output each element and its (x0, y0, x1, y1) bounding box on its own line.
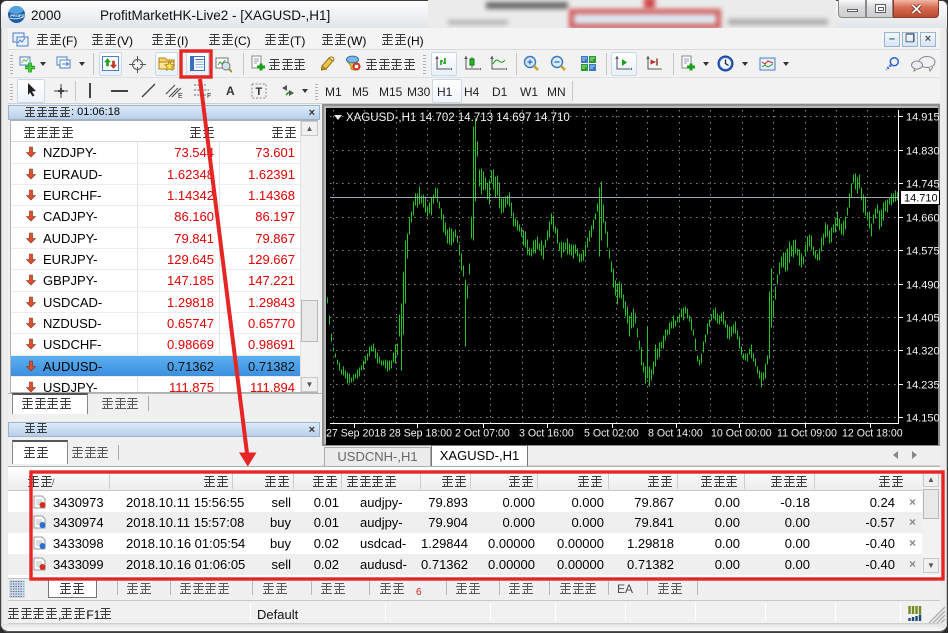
svg-text:2 Oct 07:00: 2 Oct 07:00 (455, 428, 510, 440)
svg-text:14.710: 14.710 (904, 193, 938, 205)
svg-text:10 Oct 00:00: 10 Oct 00:00 (711, 428, 772, 440)
svg-text:14.320: 14.320 (906, 346, 940, 358)
svg-text:14.575: 14.575 (906, 246, 940, 258)
svg-text:14.490: 14.490 (906, 280, 940, 292)
svg-text:14.830: 14.830 (906, 146, 940, 158)
svg-text:XAGUSD-,H1 14.702 14.713 14.6: XAGUSD-,H1 14.702 14.713 14.697 14.710 (346, 112, 570, 124)
svg-text:14.405: 14.405 (906, 313, 940, 325)
svg-text:5 Oct 02:00: 5 Oct 02:00 (584, 428, 639, 440)
svg-text:14.660: 14.660 (906, 213, 940, 225)
svg-text:14.235: 14.235 (906, 380, 940, 392)
svg-text:14.150: 14.150 (906, 413, 940, 425)
svg-text:3 Oct 16:00: 3 Oct 16:00 (519, 428, 574, 440)
svg-text:14.745: 14.745 (906, 179, 940, 191)
svg-text:12 Oct 18:00: 12 Oct 18:00 (842, 428, 903, 440)
svg-text:11 Oct 09:00: 11 Oct 09:00 (777, 428, 837, 440)
svg-text:27 Sep 2018: 27 Sep 2018 (326, 428, 386, 440)
svg-text:8 Oct 14:00: 8 Oct 14:00 (648, 428, 703, 440)
svg-text:28 Sep 18:00: 28 Sep 18:00 (389, 428, 452, 440)
svg-text:14.915: 14.915 (906, 112, 940, 124)
